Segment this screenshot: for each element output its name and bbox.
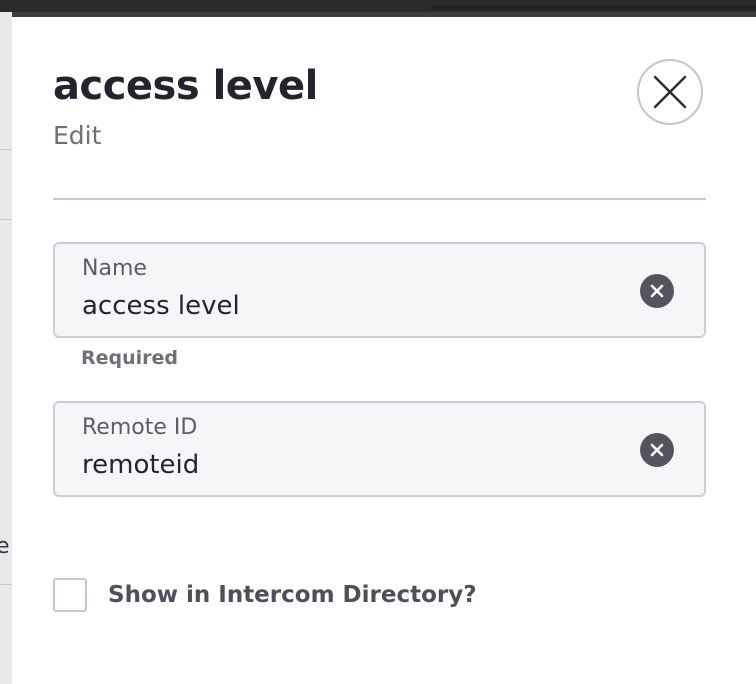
background-partial-text: e (0, 534, 10, 559)
background-top-bar-segment (430, 6, 756, 10)
close-button[interactable] (637, 59, 703, 125)
background-divider (0, 219, 12, 220)
background-left-strip: e (0, 12, 12, 684)
close-x-icon (653, 75, 687, 109)
clear-circle-icon (650, 284, 664, 298)
name-clear-button[interactable] (640, 274, 674, 308)
remote-id-field-label: Remote ID (82, 415, 198, 440)
intercom-directory-row: Show in Intercom Directory? (53, 578, 477, 612)
name-required-helper: Required (81, 347, 179, 369)
name-field-label: Name (82, 256, 147, 281)
intercom-directory-checkbox[interactable] (53, 578, 87, 612)
name-input[interactable] (82, 288, 602, 324)
header-divider (53, 198, 706, 200)
clear-circle-icon (650, 443, 664, 457)
remote-id-field: Remote ID (53, 401, 706, 497)
modal-title: access level (53, 63, 318, 109)
edit-access-level-modal: access level Edit Name Required Remote I… (12, 17, 756, 684)
background-top-bar (0, 0, 756, 12)
modal-subtitle: Edit (53, 121, 102, 150)
background-divider (0, 584, 12, 585)
intercom-directory-label[interactable]: Show in Intercom Directory? (108, 582, 477, 608)
remote-id-clear-button[interactable] (640, 433, 674, 467)
name-field: Name (53, 242, 706, 338)
remote-id-input[interactable] (82, 447, 602, 483)
background-divider (0, 149, 12, 150)
